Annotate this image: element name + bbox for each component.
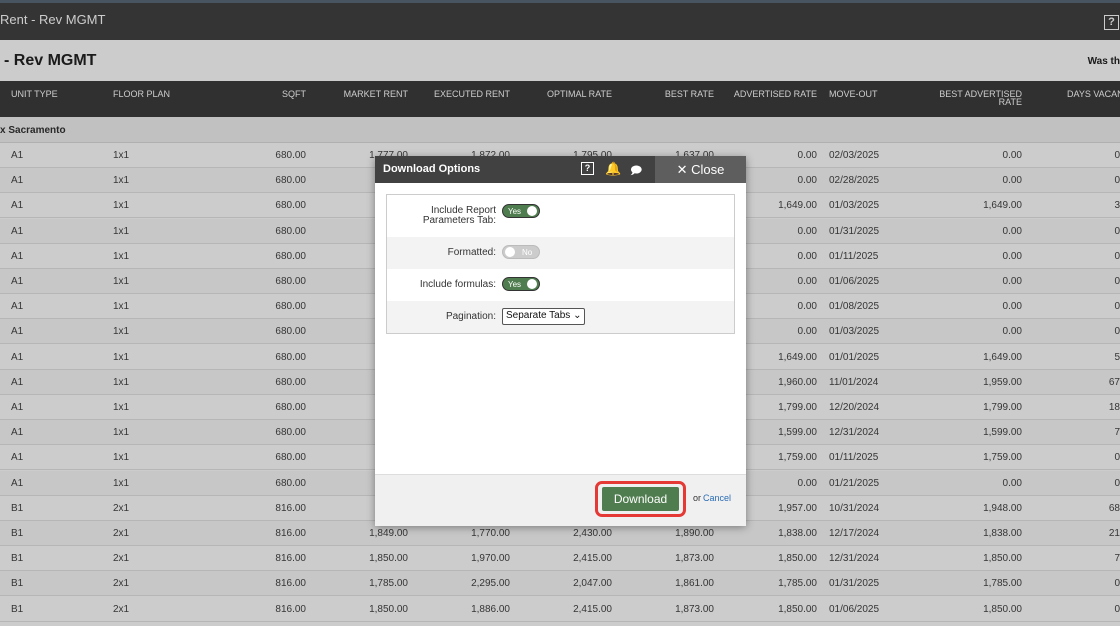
chevron-down-icon: ⌄: [573, 310, 582, 321]
params-label-2: Parameters Tab:: [422, 215, 496, 226]
close-button[interactable]: ✕ Close: [655, 156, 746, 183]
dialog-title: Download Options: [383, 163, 481, 175]
download-options-dialog: Download Options ? 🔔 🗩 ✕ Close Include R…: [375, 156, 746, 526]
option-params-tab: Include Report Parameters Tab: Yes: [387, 195, 734, 237]
close-label: Close: [691, 162, 725, 177]
bell-icon[interactable]: 🔔: [605, 161, 621, 177]
formatted-toggle[interactable]: No: [502, 245, 540, 259]
pagination-label: Pagination:: [445, 311, 496, 322]
formatted-label: Formatted:: [447, 247, 496, 258]
option-formatted: Formatted: No: [387, 237, 734, 269]
option-pagination: Pagination: Separate Tabs ⌄: [387, 301, 734, 333]
or-text: or: [693, 493, 702, 503]
pagination-select[interactable]: Separate Tabs ⌄: [502, 308, 586, 325]
close-icon: ✕: [676, 162, 688, 177]
cancel-link[interactable]: Cancel: [703, 493, 731, 503]
download-highlight: Download: [595, 481, 686, 517]
params-tab-toggle[interactable]: Yes: [502, 204, 540, 218]
formulas-label: Include formulas:: [419, 279, 496, 290]
download-button[interactable]: Download: [602, 487, 679, 511]
dialog-header: Download Options ? 🔔 🗩 ✕ Close: [375, 156, 746, 183]
formulas-toggle[interactable]: Yes: [502, 277, 540, 291]
dialog-footer: Download or Cancel: [375, 474, 746, 526]
options-form: Include Report Parameters Tab: Yes Forma…: [386, 194, 735, 334]
chat-icon[interactable]: 🗩: [630, 162, 642, 181]
option-formulas: Include formulas: Yes: [387, 269, 734, 301]
help-icon[interactable]: ?: [581, 162, 594, 175]
